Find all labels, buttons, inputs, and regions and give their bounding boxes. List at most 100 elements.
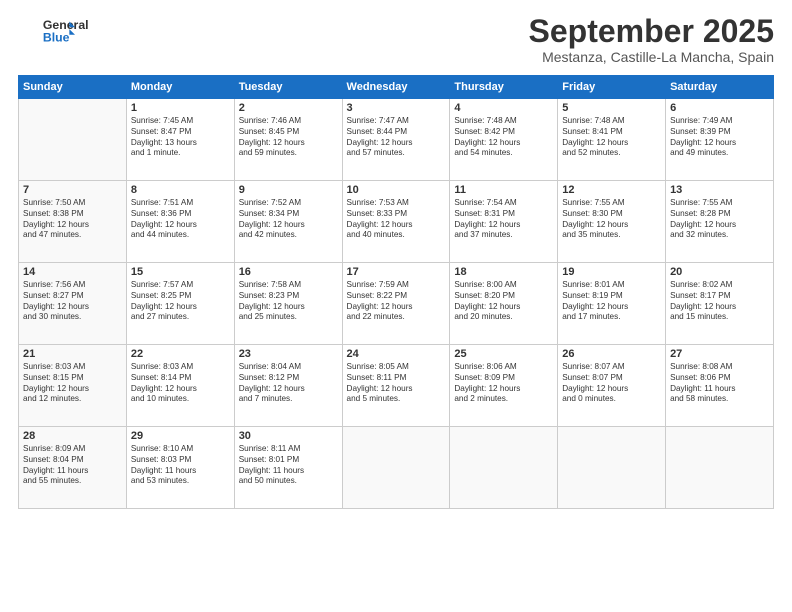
cell-info: Sunrise: 7:48 AM Sunset: 8:41 PM Dayligh…	[562, 116, 661, 159]
day-number: 23	[239, 348, 338, 360]
day-number: 29	[131, 430, 230, 442]
calendar-cell: 18 Sunrise: 8:00 AM Sunset: 8:20 PM Dayli…	[450, 263, 558, 345]
day-number: 18	[454, 266, 553, 278]
calendar-cell: 27 Sunrise: 8:08 AM Sunset: 8:06 PM Dayli…	[666, 345, 774, 427]
calendar-cell: 19Sunrise: 8:01 AM Sunset: 8:19 PM Dayli…	[558, 263, 666, 345]
weekday-header-cell: Wednesday	[342, 76, 450, 99]
cell-info: Sunrise: 7:53 AM Sunset: 8:33 PM Dayligh…	[347, 198, 446, 241]
calendar-cell	[450, 427, 558, 509]
cell-info: Sunrise: 7:55 AM Sunset: 8:30 PM Dayligh…	[562, 198, 661, 241]
day-number: 9	[239, 184, 338, 196]
calendar-cell: 21 Sunrise: 8:03 AM Sunset: 8:15 PM Dayli…	[19, 345, 127, 427]
cell-info: Sunrise: 7:47 AM Sunset: 8:44 PM Dayligh…	[347, 116, 446, 159]
day-number: 24	[347, 348, 446, 360]
weekday-header-cell: Sunday	[19, 76, 127, 99]
calendar-cell: 23 Sunrise: 8:04 AM Sunset: 8:12 PM Dayli…	[234, 345, 342, 427]
day-number: 15	[131, 266, 230, 278]
calendar-cell: 3 Sunrise: 7:47 AM Sunset: 8:44 PM Daylig…	[342, 99, 450, 181]
cell-info: Sunrise: 7:52 AM Sunset: 8:34 PM Dayligh…	[239, 198, 338, 241]
cell-info: Sunrise: 8:07 AM Sunset: 8:07 PM Dayligh…	[562, 362, 661, 405]
day-number: 28	[23, 430, 122, 442]
weekday-header-cell: Friday	[558, 76, 666, 99]
day-number: 21	[23, 348, 122, 360]
day-number: 7	[23, 184, 122, 196]
calendar-week-row: 21 Sunrise: 8:03 AM Sunset: 8:15 PM Dayli…	[19, 345, 774, 427]
cell-info: Sunrise: 8:05 AM Sunset: 8:11 PM Dayligh…	[347, 362, 446, 405]
day-number: 5	[562, 102, 661, 114]
day-number: 2	[239, 102, 338, 114]
weekday-header-row: SundayMondayTuesdayWednesdayThursdayFrid…	[19, 76, 774, 99]
calendar-cell: 28 Sunrise: 8:09 AM Sunset: 8:04 PM Dayli…	[19, 427, 127, 509]
location: Mestanza, Castille-La Mancha, Spain	[529, 49, 774, 65]
cell-info: Sunrise: 7:51 AM Sunset: 8:36 PM Dayligh…	[131, 198, 230, 241]
calendar-week-row: 1 Sunrise: 7:45 AM Sunset: 8:47 PM Daylig…	[19, 99, 774, 181]
svg-text:Blue: Blue	[43, 30, 70, 44]
weekday-header-cell: Tuesday	[234, 76, 342, 99]
day-number: 16	[239, 266, 338, 278]
logo: General Blue	[18, 14, 98, 48]
calendar-cell: 5 Sunrise: 7:48 AM Sunset: 8:41 PM Daylig…	[558, 99, 666, 181]
month-title: September 2025	[529, 14, 774, 49]
calendar-cell: 2 Sunrise: 7:46 AM Sunset: 8:45 PM Daylig…	[234, 99, 342, 181]
calendar-cell: 13Sunrise: 7:55 AM Sunset: 8:28 PM Dayli…	[666, 181, 774, 263]
calendar-cell	[666, 427, 774, 509]
header: General Blue September 2025 Mestanza, Ca…	[18, 14, 774, 65]
cell-info: Sunrise: 7:46 AM Sunset: 8:45 PM Dayligh…	[239, 116, 338, 159]
cell-info: Sunrise: 8:11 AM Sunset: 8:01 PM Dayligh…	[239, 444, 338, 487]
title-block: September 2025 Mestanza, Castille-La Man…	[529, 14, 774, 65]
day-number: 10	[347, 184, 446, 196]
weekday-header-cell: Monday	[126, 76, 234, 99]
cell-info: Sunrise: 8:04 AM Sunset: 8:12 PM Dayligh…	[239, 362, 338, 405]
cell-info: Sunrise: 8:03 AM Sunset: 8:15 PM Dayligh…	[23, 362, 122, 405]
cell-info: Sunrise: 8:08 AM Sunset: 8:06 PM Dayligh…	[670, 362, 769, 405]
day-number: 13	[670, 184, 769, 196]
day-number: 27	[670, 348, 769, 360]
day-number: 8	[131, 184, 230, 196]
cell-info: Sunrise: 8:09 AM Sunset: 8:04 PM Dayligh…	[23, 444, 122, 487]
calendar-cell: 10 Sunrise: 7:53 AM Sunset: 8:33 PM Dayli…	[342, 181, 450, 263]
weekday-header-cell: Thursday	[450, 76, 558, 99]
day-number: 30	[239, 430, 338, 442]
calendar-cell: 17 Sunrise: 7:59 AM Sunset: 8:22 PM Dayli…	[342, 263, 450, 345]
cell-info: Sunrise: 8:02 AM Sunset: 8:17 PM Dayligh…	[670, 280, 769, 323]
cell-info: Sunrise: 8:06 AM Sunset: 8:09 PM Dayligh…	[454, 362, 553, 405]
page: General Blue September 2025 Mestanza, Ca…	[0, 0, 792, 612]
cell-info: Sunrise: 7:58 AM Sunset: 8:23 PM Dayligh…	[239, 280, 338, 323]
calendar-cell: 30 Sunrise: 8:11 AM Sunset: 8:01 PM Dayli…	[234, 427, 342, 509]
day-number: 14	[23, 266, 122, 278]
day-number: 3	[347, 102, 446, 114]
day-number: 1	[131, 102, 230, 114]
cell-info: Sunrise: 7:50 AM Sunset: 8:38 PM Dayligh…	[23, 198, 122, 241]
calendar-cell	[558, 427, 666, 509]
day-number: 17	[347, 266, 446, 278]
calendar-cell: 16 Sunrise: 7:58 AM Sunset: 8:23 PM Dayli…	[234, 263, 342, 345]
day-number: 20	[670, 266, 769, 278]
calendar-body: 1 Sunrise: 7:45 AM Sunset: 8:47 PM Daylig…	[19, 99, 774, 509]
cell-info: Sunrise: 7:48 AM Sunset: 8:42 PM Dayligh…	[454, 116, 553, 159]
calendar-week-row: 28 Sunrise: 8:09 AM Sunset: 8:04 PM Dayli…	[19, 427, 774, 509]
calendar-cell: 20 Sunrise: 8:02 AM Sunset: 8:17 PM Dayli…	[666, 263, 774, 345]
calendar-week-row: 7 Sunrise: 7:50 AM Sunset: 8:38 PM Daylig…	[19, 181, 774, 263]
calendar-table: SundayMondayTuesdayWednesdayThursdayFrid…	[18, 75, 774, 509]
calendar-cell	[19, 99, 127, 181]
calendar-cell: 4 Sunrise: 7:48 AM Sunset: 8:42 PM Daylig…	[450, 99, 558, 181]
cell-info: Sunrise: 8:00 AM Sunset: 8:20 PM Dayligh…	[454, 280, 553, 323]
cell-info: Sunrise: 7:59 AM Sunset: 8:22 PM Dayligh…	[347, 280, 446, 323]
calendar-cell: 15Sunrise: 7:57 AM Sunset: 8:25 PM Dayli…	[126, 263, 234, 345]
calendar-cell: 14Sunrise: 7:56 AM Sunset: 8:27 PM Dayli…	[19, 263, 127, 345]
day-number: 26	[562, 348, 661, 360]
cell-info: Sunrise: 8:03 AM Sunset: 8:14 PM Dayligh…	[131, 362, 230, 405]
day-number: 22	[131, 348, 230, 360]
day-number: 4	[454, 102, 553, 114]
day-number: 11	[454, 184, 553, 196]
logo-icon: General Blue	[18, 14, 98, 48]
cell-info: Sunrise: 8:01 AM Sunset: 8:19 PM Dayligh…	[562, 280, 661, 323]
calendar-cell: 8 Sunrise: 7:51 AM Sunset: 8:36 PM Daylig…	[126, 181, 234, 263]
calendar-cell: 29Sunrise: 8:10 AM Sunset: 8:03 PM Dayli…	[126, 427, 234, 509]
cell-info: Sunrise: 7:45 AM Sunset: 8:47 PM Dayligh…	[131, 116, 230, 159]
day-number: 12	[562, 184, 661, 196]
day-number: 25	[454, 348, 553, 360]
calendar-cell: 22 Sunrise: 8:03 AM Sunset: 8:14 PM Dayli…	[126, 345, 234, 427]
calendar-cell	[342, 427, 450, 509]
calendar-week-row: 14Sunrise: 7:56 AM Sunset: 8:27 PM Dayli…	[19, 263, 774, 345]
